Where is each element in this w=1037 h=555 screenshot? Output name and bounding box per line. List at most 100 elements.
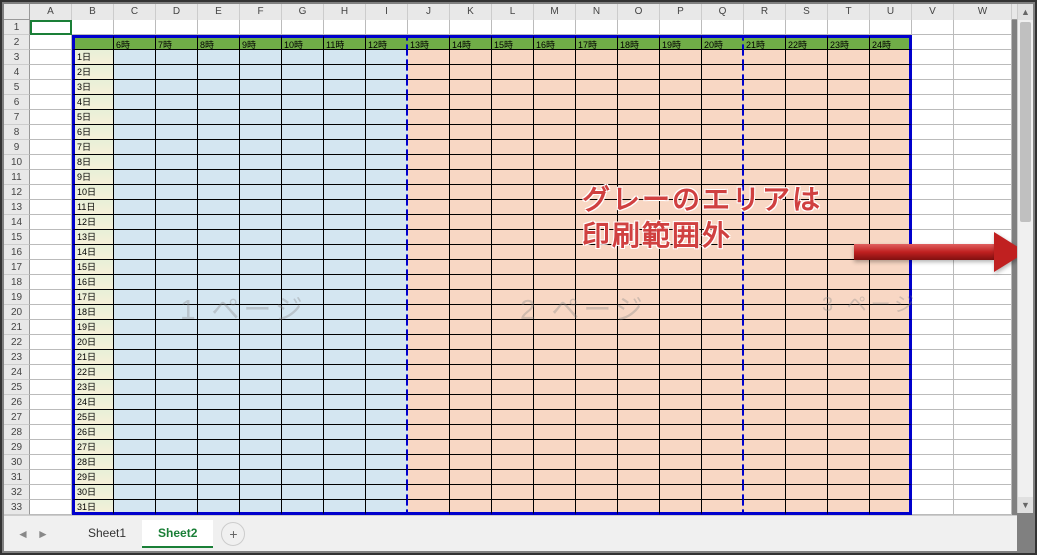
cell-M7[interactable]	[534, 110, 576, 125]
cell-F24[interactable]	[240, 365, 282, 380]
cell-Q26[interactable]	[702, 395, 744, 410]
cell-N23[interactable]	[576, 350, 618, 365]
cell-P1[interactable]	[660, 20, 702, 35]
cell-M22[interactable]	[534, 335, 576, 350]
cell-F29[interactable]	[240, 440, 282, 455]
cell-O12[interactable]	[618, 185, 660, 200]
cell-E22[interactable]	[198, 335, 240, 350]
cell-C28[interactable]	[114, 425, 156, 440]
cell-D16[interactable]	[156, 245, 198, 260]
cell-R6[interactable]	[744, 95, 786, 110]
cell-W12[interactable]	[954, 185, 1012, 200]
cell-W9[interactable]	[954, 140, 1012, 155]
cell-L32[interactable]	[492, 485, 534, 500]
cell-R7[interactable]	[744, 110, 786, 125]
cell-E31[interactable]	[198, 470, 240, 485]
cell-U2[interactable]: 24時	[870, 35, 912, 50]
cell-G33[interactable]	[282, 500, 324, 515]
cell-B5[interactable]: 3日	[72, 80, 114, 95]
cell-U24[interactable]	[870, 365, 912, 380]
cell-N16[interactable]	[576, 245, 618, 260]
row-header-25[interactable]: 25	[4, 380, 30, 395]
cell-I12[interactable]	[366, 185, 408, 200]
cell-K21[interactable]	[450, 320, 492, 335]
cell-T8[interactable]	[828, 125, 870, 140]
cell-F26[interactable]	[240, 395, 282, 410]
cell-Q18[interactable]	[702, 275, 744, 290]
cell-U16[interactable]	[870, 245, 912, 260]
cell-A29[interactable]	[30, 440, 72, 455]
cell-P3[interactable]	[660, 50, 702, 65]
cell-G26[interactable]	[282, 395, 324, 410]
cell-D33[interactable]	[156, 500, 198, 515]
cell-N21[interactable]	[576, 320, 618, 335]
row-header-14[interactable]: 14	[4, 215, 30, 230]
cell-C5[interactable]	[114, 80, 156, 95]
cell-T22[interactable]	[828, 335, 870, 350]
cell-S20[interactable]	[786, 305, 828, 320]
cell-U29[interactable]	[870, 440, 912, 455]
cell-I29[interactable]	[366, 440, 408, 455]
row-header-9[interactable]: 9	[4, 140, 30, 155]
cell-Q23[interactable]	[702, 350, 744, 365]
cell-T12[interactable]	[828, 185, 870, 200]
col-header-G[interactable]: G	[282, 4, 324, 20]
cell-W1[interactable]	[954, 20, 1012, 35]
cell-V7[interactable]	[912, 110, 954, 125]
cell-L2[interactable]: 15時	[492, 35, 534, 50]
col-header-L[interactable]: L	[492, 4, 534, 20]
cell-G1[interactable]	[282, 20, 324, 35]
cell-G9[interactable]	[282, 140, 324, 155]
cell-Q24[interactable]	[702, 365, 744, 380]
cell-T1[interactable]	[828, 20, 870, 35]
row-header-6[interactable]: 6	[4, 95, 30, 110]
cell-A11[interactable]	[30, 170, 72, 185]
cell-M12[interactable]	[534, 185, 576, 200]
cell-M16[interactable]	[534, 245, 576, 260]
cell-M4[interactable]	[534, 65, 576, 80]
cell-E28[interactable]	[198, 425, 240, 440]
cell-P29[interactable]	[660, 440, 702, 455]
cell-D19[interactable]	[156, 290, 198, 305]
cell-P28[interactable]	[660, 425, 702, 440]
cell-S4[interactable]	[786, 65, 828, 80]
cell-G14[interactable]	[282, 215, 324, 230]
cell-I23[interactable]	[366, 350, 408, 365]
cell-S15[interactable]	[786, 230, 828, 245]
cell-D25[interactable]	[156, 380, 198, 395]
cell-Q5[interactable]	[702, 80, 744, 95]
cell-U14[interactable]	[870, 215, 912, 230]
cell-W20[interactable]	[954, 305, 1012, 320]
cell-I19[interactable]	[366, 290, 408, 305]
cell-A9[interactable]	[30, 140, 72, 155]
cell-O17[interactable]	[618, 260, 660, 275]
col-header-H[interactable]: H	[324, 4, 366, 20]
cell-I2[interactable]: 12時	[366, 35, 408, 50]
cell-F31[interactable]	[240, 470, 282, 485]
cell-R13[interactable]	[744, 200, 786, 215]
cell-O8[interactable]	[618, 125, 660, 140]
cell-C3[interactable]	[114, 50, 156, 65]
cell-R21[interactable]	[744, 320, 786, 335]
cell-F1[interactable]	[240, 20, 282, 35]
cell-F33[interactable]	[240, 500, 282, 515]
cell-D4[interactable]	[156, 65, 198, 80]
cell-O4[interactable]	[618, 65, 660, 80]
cell-T13[interactable]	[828, 200, 870, 215]
cell-F23[interactable]	[240, 350, 282, 365]
cell-G28[interactable]	[282, 425, 324, 440]
cell-C13[interactable]	[114, 200, 156, 215]
cell-P10[interactable]	[660, 155, 702, 170]
cell-P6[interactable]	[660, 95, 702, 110]
cell-B12[interactable]: 10日	[72, 185, 114, 200]
cell-P33[interactable]	[660, 500, 702, 515]
cell-L14[interactable]	[492, 215, 534, 230]
col-header-P[interactable]: P	[660, 4, 702, 20]
cell-F20[interactable]	[240, 305, 282, 320]
col-header-F[interactable]: F	[240, 4, 282, 20]
cell-H24[interactable]	[324, 365, 366, 380]
cell-T28[interactable]	[828, 425, 870, 440]
cell-A7[interactable]	[30, 110, 72, 125]
cell-Q32[interactable]	[702, 485, 744, 500]
cell-U20[interactable]	[870, 305, 912, 320]
